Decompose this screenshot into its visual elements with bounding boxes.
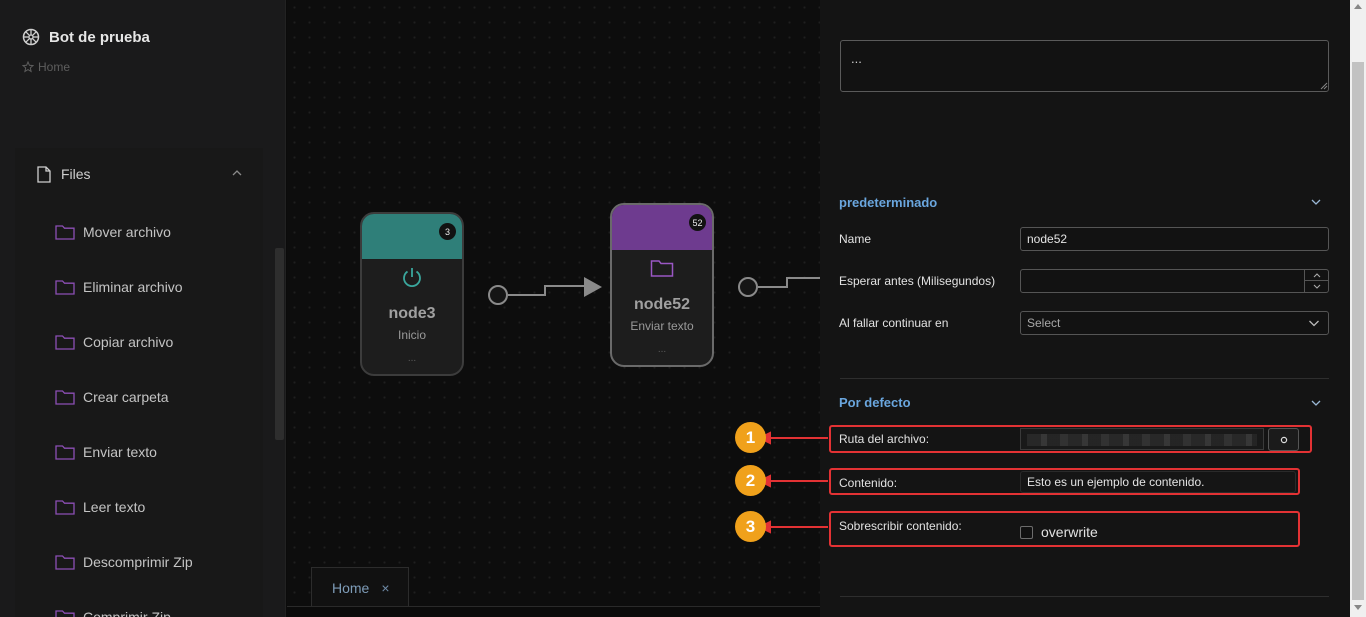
breadcrumb[interactable]: Home [22, 60, 70, 74]
folder-icon [55, 445, 75, 460]
star-icon [22, 61, 34, 73]
highlight-box-1 [829, 425, 1312, 453]
resize-grip-icon[interactable] [1320, 82, 1328, 90]
sidebar-item-label: Enviar texto [83, 444, 157, 460]
sidebar-item-descomprimir-zip[interactable]: Descomprimir Zip [55, 552, 193, 572]
node-more[interactable]: ... [612, 344, 712, 355]
bot-title: Bot de prueba [49, 28, 150, 46]
sidebar-item-label: Copiar archivo [83, 334, 174, 350]
node-subtitle: Inicio [397, 328, 426, 342]
annotation-marker-1: 1 [735, 422, 766, 453]
page-scrollbar[interactable] [1350, 0, 1366, 617]
sidebar-item-label: Leer texto [83, 499, 146, 515]
properties-panel: predeterminado Name node52 Esperar antes… [820, 0, 1350, 617]
chevron-up-icon[interactable] [231, 167, 243, 179]
files-menu-label: Files [61, 166, 91, 182]
folder-icon [55, 390, 75, 405]
node-name: node3 [388, 305, 436, 322]
wait-label: Esperar antes (Milisegundos) [839, 274, 996, 288]
node-badge: 52 [689, 214, 706, 231]
folder-icon [55, 610, 75, 617]
scrollbar-thumb[interactable] [1352, 62, 1364, 600]
sidebar-scrollbar[interactable] [275, 248, 284, 440]
sidebar-item-mover-archivo[interactable]: Mover archivo [55, 222, 171, 242]
description-textarea[interactable] [840, 40, 1329, 92]
chevron-down-icon[interactable] [1310, 398, 1322, 408]
sidebar-item-comprimir-zip[interactable]: Comprimir Zip [55, 607, 171, 617]
section-predeterminado-title[interactable]: predeterminado [839, 195, 937, 210]
annotation-marker-2: 2 [735, 465, 766, 496]
sidebar-item-enviar-texto[interactable]: Enviar texto [55, 442, 157, 462]
wait-input[interactable] [1020, 269, 1329, 293]
tab-label: Home [332, 579, 370, 596]
name-input[interactable]: node52 [1020, 227, 1329, 251]
node-name: node52 [633, 296, 690, 313]
wait-stepper[interactable] [1304, 269, 1329, 293]
section-divider [840, 378, 1329, 379]
sidebar-item-eliminar-archivo[interactable]: Eliminar archivo [55, 277, 183, 297]
chevron-down-icon[interactable] [1310, 197, 1322, 207]
select-value: Select [1027, 316, 1061, 330]
chevron-down-icon [1313, 284, 1321, 289]
brand: Bot de prueba [22, 28, 150, 46]
wheel-icon [22, 28, 40, 46]
power-icon [403, 268, 421, 288]
node-subtitle: Enviar texto [630, 319, 694, 333]
folder-icon [55, 500, 75, 515]
stepper-down[interactable] [1305, 281, 1329, 293]
sidebar-item-label: Descomprimir Zip [83, 554, 193, 570]
section-por-defecto-title[interactable]: Por defecto [839, 395, 911, 410]
folder-icon [55, 280, 75, 295]
on-fail-label: Al fallar continuar en [839, 316, 949, 330]
tab-home[interactable]: Home × [311, 567, 409, 607]
node-badge: 3 [439, 223, 456, 240]
sidebar: Bot de prueba Home Files Mover archivo El… [0, 0, 286, 617]
node-more[interactable]: ... [362, 353, 462, 364]
chevron-up-icon [1313, 272, 1321, 277]
annotation-marker-3: 3 [735, 511, 766, 542]
breadcrumb-home[interactable]: Home [38, 60, 70, 74]
file-icon [37, 165, 51, 183]
highlight-box-2 [829, 468, 1300, 495]
scroll-down-icon[interactable] [1354, 605, 1362, 611]
folder-icon [650, 260, 674, 277]
sidebar-item-label: Crear carpeta [83, 389, 169, 405]
files-menu-header[interactable]: Files [15, 148, 263, 200]
highlight-box-3 [829, 511, 1300, 547]
sidebar-item-label: Eliminar archivo [83, 279, 183, 295]
stepper-up[interactable] [1305, 269, 1329, 281]
sidebar-item-label: Mover archivo [83, 224, 171, 240]
folder-icon [55, 225, 75, 240]
sidebar-item-copiar-archivo[interactable]: Copiar archivo [55, 332, 173, 352]
flow-node-node3[interactable]: 3 node3 Inicio ... [360, 212, 464, 376]
sidebar-item-label: Comprimir Zip [83, 609, 171, 617]
folder-icon [55, 555, 75, 570]
scroll-up-icon[interactable] [1354, 3, 1362, 9]
tab-bar-divider [287, 606, 820, 607]
on-fail-select[interactable]: Select [1020, 311, 1329, 335]
files-menu: Files Mover archivo Eliminar archivo Copia… [15, 148, 263, 617]
close-icon[interactable]: × [381, 580, 389, 596]
flow-node-node52[interactable]: 52 node52 Enviar texto ... [610, 203, 714, 367]
name-label: Name [839, 232, 872, 246]
section-divider [840, 596, 1329, 597]
chevron-down-icon [1309, 320, 1319, 327]
sidebar-item-leer-texto[interactable]: Leer texto [55, 497, 145, 517]
folder-icon [55, 335, 75, 350]
sidebar-item-crear-carpeta[interactable]: Crear carpeta [55, 387, 169, 407]
